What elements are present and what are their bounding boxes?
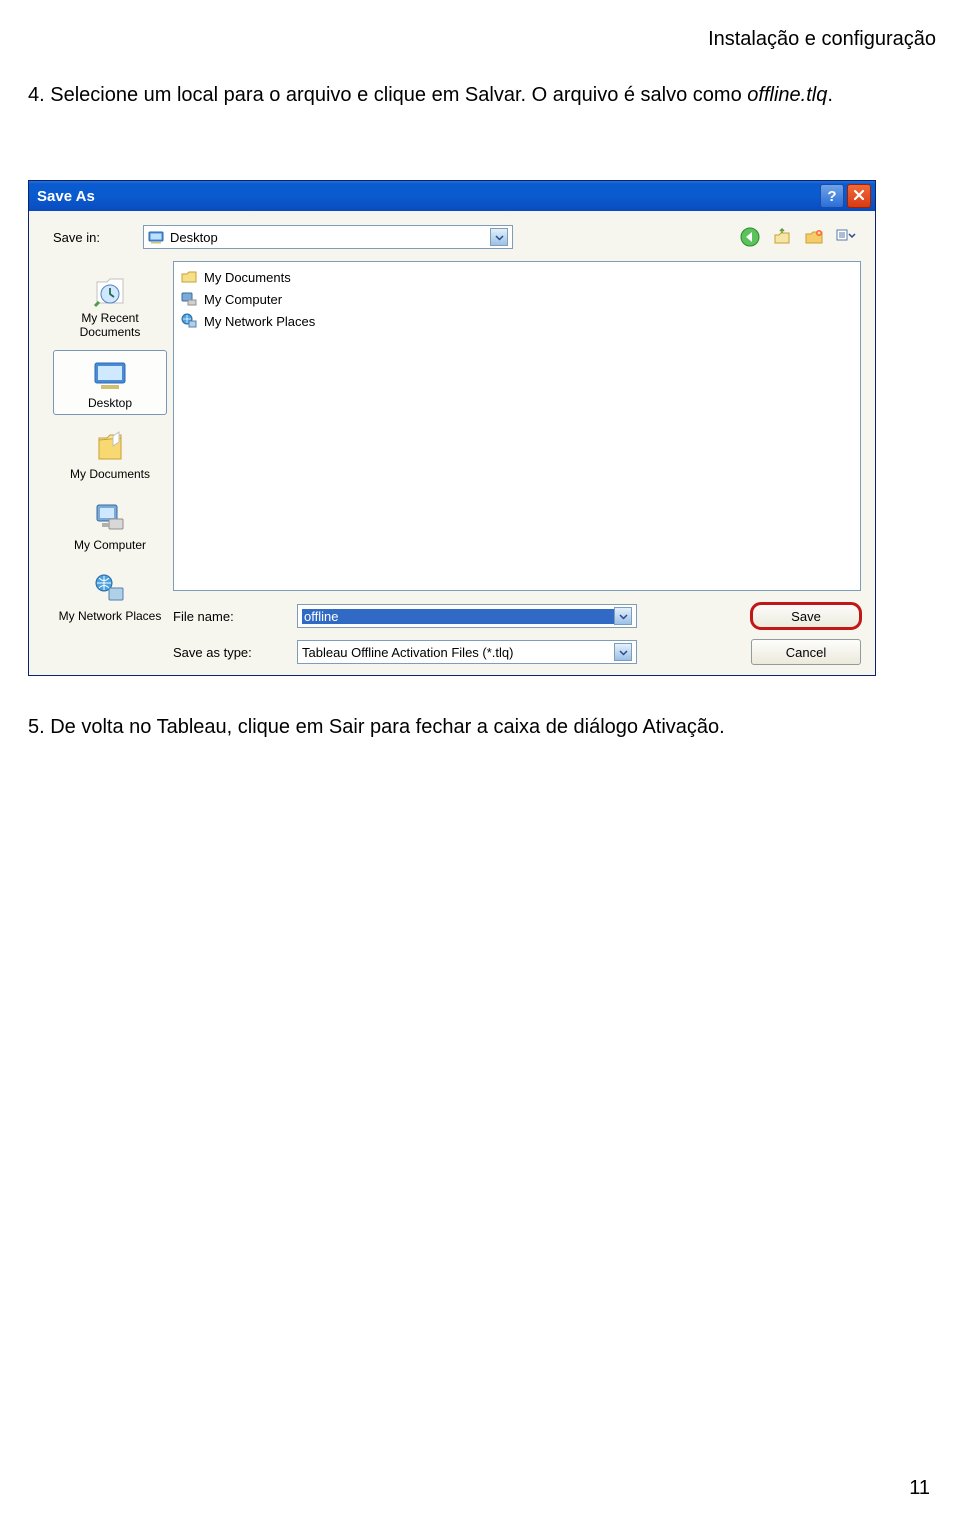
place-my-computer[interactable]: My Computer (53, 492, 167, 557)
page-number: 11 (909, 1477, 930, 1500)
close-button[interactable] (847, 184, 871, 208)
place-label: My Documents (70, 467, 150, 481)
folder-icon (180, 268, 198, 286)
step4-filename: offline.tlq (747, 84, 827, 106)
recent-documents-icon (90, 271, 130, 311)
save-in-combo[interactable]: Desktop (143, 225, 513, 249)
save-button[interactable]: Save (751, 603, 861, 629)
close-icon (853, 188, 865, 205)
help-icon: ? (827, 188, 836, 205)
desktop-icon (148, 229, 164, 245)
places-bar: My Recent Documents Desktop (53, 261, 167, 669)
step-5-text: 5. De volta no Tableau, clique em Sair p… (28, 716, 936, 739)
filetype-value: Tableau Offline Activation Files (*.tlq) (302, 645, 614, 660)
list-item-label: My Computer (204, 292, 282, 307)
save-in-label: Save in: (53, 230, 133, 245)
help-button[interactable]: ? (820, 184, 844, 208)
place-label: My Recent Documents (54, 311, 166, 339)
network-places-icon (90, 569, 130, 609)
cancel-button-label: Cancel (786, 645, 826, 660)
back-button[interactable] (739, 226, 761, 248)
save-in-value: Desktop (170, 230, 484, 245)
place-my-recent-documents[interactable]: My Recent Documents (53, 265, 167, 344)
place-label: Desktop (88, 396, 132, 410)
list-item-label: My Documents (204, 270, 291, 285)
place-label: My Network Places (59, 609, 162, 623)
filename-input[interactable]: offline (297, 604, 637, 628)
place-label: My Computer (74, 538, 146, 552)
window-title: Save As (37, 188, 817, 205)
step4-text-c: . (827, 84, 833, 106)
filename-value: offline (302, 609, 614, 624)
doc-section-header: Instalação e configuração (28, 28, 936, 51)
views-button[interactable] (835, 226, 857, 248)
filetype-combo[interactable]: Tableau Offline Activation Files (*.tlq) (297, 640, 637, 664)
step-4-text: 4. Selecione um local para o arquivo e c… (28, 81, 936, 110)
chevron-down-icon[interactable] (490, 228, 508, 246)
place-my-network-places[interactable]: My Network Places (53, 563, 167, 628)
up-one-level-button[interactable] (771, 226, 793, 248)
my-computer-icon (90, 498, 130, 538)
filetype-label: Save as type: (173, 645, 283, 660)
list-item[interactable]: My Network Places (180, 310, 854, 332)
list-item[interactable]: My Documents (180, 266, 854, 288)
filename-label: File name: (173, 609, 283, 624)
computer-icon (180, 290, 198, 308)
new-folder-button[interactable] (803, 226, 825, 248)
cancel-button[interactable]: Cancel (751, 639, 861, 665)
my-documents-icon (90, 427, 130, 467)
list-item-label: My Network Places (204, 314, 315, 329)
titlebar[interactable]: Save As ? (29, 181, 875, 211)
desktop-large-icon (90, 356, 130, 396)
save-as-dialog: Save As ? Save in: Desktop (28, 180, 876, 676)
place-my-documents[interactable]: My Documents (53, 421, 167, 486)
chevron-down-icon[interactable] (614, 643, 632, 661)
network-icon (180, 312, 198, 330)
list-item[interactable]: My Computer (180, 288, 854, 310)
chevron-down-icon[interactable] (614, 607, 632, 625)
place-desktop[interactable]: Desktop (53, 350, 167, 415)
save-button-label: Save (791, 609, 821, 624)
step4-text-a: 4. Selecione um local para o arquivo e c… (28, 84, 747, 106)
file-list[interactable]: My Documents My Computer (173, 261, 861, 591)
